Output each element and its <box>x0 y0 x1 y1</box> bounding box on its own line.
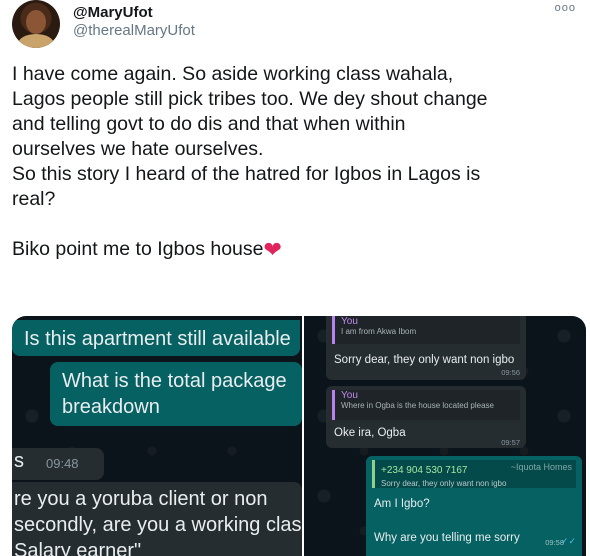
tweet-header: @MaryUfot @therealMaryUfot ooo <box>12 0 578 50</box>
avatar[interactable] <box>12 0 60 48</box>
message-time: 09:48 <box>46 456 79 471</box>
chat-bubble-outgoing: What is the total package breakdown <box>50 362 302 426</box>
avatar-shirt <box>18 34 54 48</box>
display-name[interactable]: @MaryUfot <box>73 4 153 21</box>
quoted-sender: You <box>341 390 358 401</box>
quoted-sender: You <box>341 316 358 327</box>
chat-screenshot-left[interactable]: Is this apartment still available What i… <box>12 316 302 556</box>
more-options-icon[interactable]: ooo <box>555 2 576 14</box>
chat-bubble-outgoing: +234 904 530 7167 ~Iquota Homes Sorry de… <box>366 456 582 556</box>
quoted-reply: You I am from Akwa Ibom <box>332 316 520 344</box>
chat-bubble-incoming: You I am from Akwa Ibom Sorry dear, they… <box>326 316 526 380</box>
chat-bubble-incoming: s 09:48 <box>12 448 104 480</box>
quoted-reply: +234 904 530 7167 ~Iquota Homes Sorry de… <box>372 460 576 488</box>
read-ticks-icon: ✓✓ <box>560 536 576 546</box>
user-handle[interactable]: @therealMaryUfot <box>73 22 195 39</box>
quoted-text: Where in Ogba is the house located pleas… <box>341 401 494 410</box>
quoted-text: I am from Akwa Ibom <box>341 327 417 336</box>
tweet-paragraph-1: I have come again. So aside working clas… <box>12 63 488 210</box>
chat-screenshot-right[interactable]: You I am from Akwa Ibom Sorry dear, they… <box>304 316 586 556</box>
quoted-text: Sorry dear, they only want non igbo <box>381 479 507 488</box>
message-text: Sorry dear, they only want non igbo <box>334 354 515 366</box>
chat-bubble-incoming: re you a yoruba client or non secondly, … <box>12 482 302 556</box>
tweet-text: I have come again. So aside working clas… <box>12 62 582 262</box>
heart-emoji-icon: ❤ <box>263 237 282 262</box>
chat-bubble-incoming: You Where in Ogba is the house located p… <box>326 386 526 448</box>
tweet-paragraph-2: Biko point me to Igbos house❤ <box>12 237 582 262</box>
message-text: re you a yoruba client or non secondly, … <box>14 488 302 556</box>
message-time: 09:57 <box>501 438 520 447</box>
message-text: Oke ira, Ogba <box>334 427 406 439</box>
message-text: What is the total package breakdown <box>62 370 287 418</box>
tweet-paragraph-2-text: Biko point me to Igbos house <box>12 238 264 260</box>
message-time: 09:56 <box>501 368 520 377</box>
quoted-reply: You Where in Ogba is the house located p… <box>332 390 520 420</box>
message-text: s <box>14 450 24 472</box>
message-text: Am I Igbo? <box>374 498 430 510</box>
message-text: Is this apartment still available <box>24 328 291 350</box>
quoted-sender: ~Iquota Homes <box>510 462 572 472</box>
avatar-face <box>26 10 46 34</box>
message-text: Why are you telling me sorry <box>374 532 520 544</box>
chat-bubble-outgoing: Is this apartment still available <box>12 320 300 356</box>
quoted-phone: +234 904 530 7167 <box>381 465 468 476</box>
tweet-media[interactable]: Is this apartment still available What i… <box>12 316 586 556</box>
